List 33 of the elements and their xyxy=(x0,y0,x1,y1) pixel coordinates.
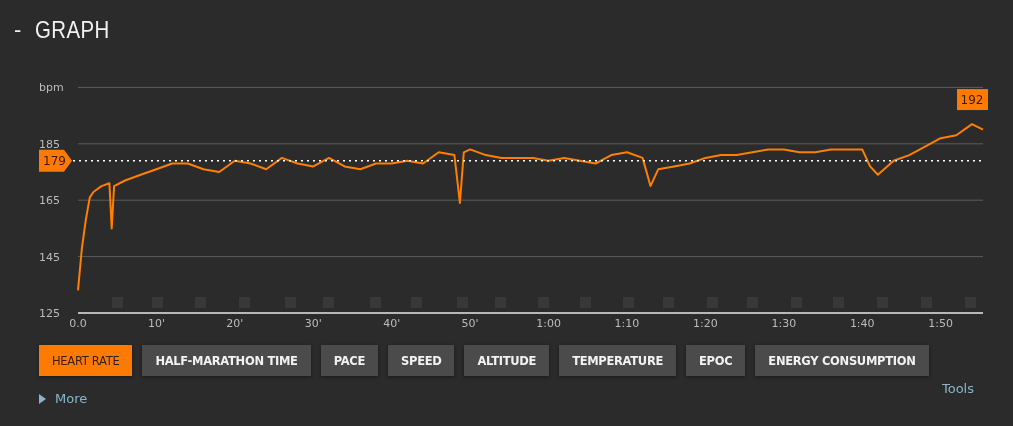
expand-triangle-icon xyxy=(39,393,46,404)
tools-link[interactable]: Tools xyxy=(941,381,974,406)
ref-line-label: 179 xyxy=(43,154,66,169)
axis-title: bpm xyxy=(39,81,64,95)
metric-button[interactable]: HALF-MARATHON TIME xyxy=(142,345,311,376)
axis-label: 185 xyxy=(39,137,60,151)
more-link[interactable]: More xyxy=(39,391,88,406)
metric-button[interactable]: EPOC xyxy=(686,345,746,376)
axis-label: 1:40 xyxy=(849,317,875,330)
metric-button[interactable]: ALTITUDE xyxy=(464,345,550,376)
metric-button[interactable]: ENERGY CONSUMPTION xyxy=(755,345,929,376)
metric-button[interactable]: TEMPERATURE xyxy=(559,345,676,376)
axis-label: 30' xyxy=(304,317,322,330)
axis-label: 0.0 xyxy=(69,317,87,330)
metric-button[interactable]: PACE xyxy=(320,345,378,376)
axis-label: 1:20 xyxy=(693,317,718,330)
axis-label: 165 xyxy=(39,194,60,208)
axis-label: 145 xyxy=(39,250,60,264)
collapse-toggle[interactable]: - xyxy=(14,17,22,43)
axis-label: 1:10 xyxy=(614,317,640,330)
axis-label: 1:50 xyxy=(928,317,953,330)
metric-button[interactable]: HEART RATE xyxy=(39,345,133,376)
axis-label: 125 xyxy=(39,307,60,320)
metric-button[interactable]: SPEED xyxy=(388,345,455,376)
section-title: GRAPH xyxy=(35,16,110,44)
average-marker: 179 xyxy=(39,149,72,172)
max-value-label: 192 xyxy=(957,89,988,111)
axis-label: 1:30 xyxy=(771,317,797,330)
axis-label: 50' xyxy=(461,317,479,330)
axis-label: 40' xyxy=(383,317,401,330)
axis-label: 1:00 xyxy=(536,317,561,330)
axis-label: 20' xyxy=(226,317,244,330)
axis-label: 10' xyxy=(147,317,165,330)
